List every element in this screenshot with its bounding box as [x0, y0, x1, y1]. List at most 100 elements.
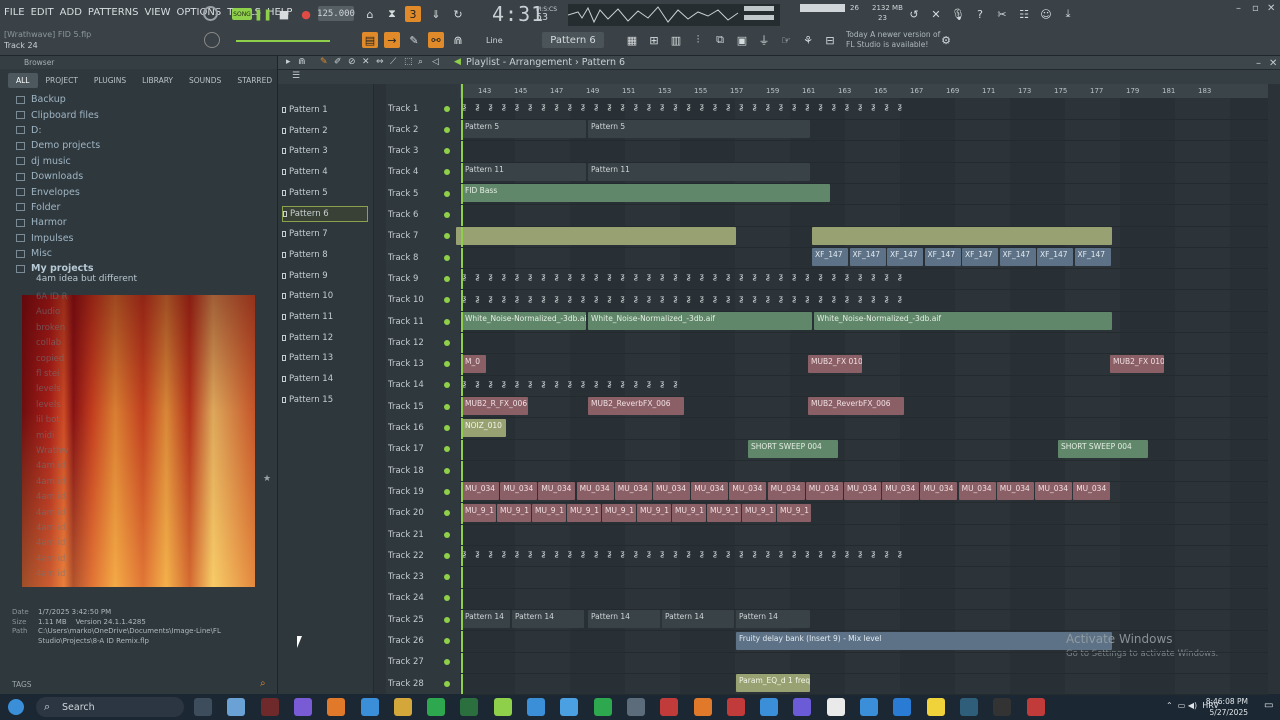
taskbar-app-icon[interactable]: [660, 698, 679, 716]
track-mute-indicator[interactable]: [444, 403, 450, 410]
master-pitch-slider[interactable]: [236, 40, 330, 42]
taskbar-app-icon[interactable]: [826, 698, 845, 716]
ghost-file-item[interactable]: 4am id: [36, 538, 65, 548]
ghost-file-item[interactable]: lil bot: [36, 415, 60, 425]
pattern-item[interactable]: Pattern 12: [282, 330, 368, 346]
chat-icon[interactable]: ☺: [1038, 6, 1054, 22]
playlist-clip[interactable]: Pattern 14: [512, 610, 584, 629]
folder-subitem[interactable]: 4am idea but different: [36, 274, 137, 284]
pat-song-toggle-icon[interactable]: [203, 6, 218, 21]
playlist-clip[interactable]: Pattern 14: [662, 610, 734, 629]
playlist-clip[interactable]: MUB2_ReverbFX_006: [588, 397, 684, 416]
playlist-menu-arrow-icon[interactable]: ▸: [286, 57, 291, 67]
track-mute-indicator[interactable]: [444, 574, 450, 581]
track-header[interactable]: Track 5: [386, 183, 460, 204]
taskbar-app-icon[interactable]: [860, 698, 878, 716]
channel-rack-icon[interactable]: ⊞: [646, 32, 662, 48]
track-mute-indicator[interactable]: [444, 148, 450, 155]
ghost-file-item[interactable]: 4am id: [36, 477, 65, 487]
wait-input-icon[interactable]: ⧗: [384, 6, 400, 22]
xf-clip[interactable]: XF_147: [812, 248, 848, 267]
note-clip-row[interactable]: ƺƺƺƺƺƺƺƺƺƺƺƺƺƺƺƺƺƺƺƺƺƺƺƺƺƺƺƺƺƺƺƺƺƺ: [462, 269, 1112, 287]
ghost-file-item[interactable]: 4am id: [36, 492, 65, 502]
browser-tab-plugins[interactable]: PLUGINS: [86, 73, 134, 88]
taskbar-app-icon[interactable]: [560, 698, 579, 716]
taskbar-app-icon[interactable]: [194, 698, 212, 716]
track-header[interactable]: Track 18: [386, 460, 460, 481]
taskbar-app-icon[interactable]: [593, 698, 612, 716]
pattern-item[interactable]: Pattern 15: [282, 392, 368, 408]
folder-item[interactable]: Folder: [10, 200, 276, 215]
track-header[interactable]: Track 4: [386, 162, 460, 183]
taskbar-app-icon[interactable]: [260, 698, 279, 716]
mu-clip[interactable]: MU_034: [538, 482, 576, 501]
track-header[interactable]: Track 10: [386, 290, 460, 311]
pattern-item[interactable]: Pattern 10: [282, 288, 368, 304]
track-header[interactable]: Track 19: [386, 481, 460, 502]
taskbar-clock[interactable]: 8:46:08 PM 5/27/2025: [1206, 696, 1248, 718]
track-mute-indicator[interactable]: [444, 659, 450, 666]
mu-clip[interactable]: MU_034: [844, 482, 881, 501]
track-header[interactable]: Track 13: [386, 354, 460, 375]
pattern-item[interactable]: Pattern 1: [282, 102, 368, 118]
track-mute-indicator[interactable]: [444, 318, 450, 325]
start-button[interactable]: [8, 699, 24, 715]
browser-tab-starred[interactable]: STARRED: [229, 73, 280, 88]
taskbar-app-icon[interactable]: [693, 698, 712, 716]
folder-item[interactable]: Clipboard files: [10, 107, 276, 122]
microphone-icon[interactable]: 🎙: [950, 6, 966, 22]
playlist-clip[interactable]: FID Bass: [462, 184, 830, 203]
cut-icon[interactable]: ✂: [994, 6, 1010, 22]
playlist-clip[interactable]: NOIZ_010: [462, 418, 506, 437]
track-mute-indicator[interactable]: [444, 190, 450, 197]
track-mute-indicator[interactable]: [444, 552, 450, 559]
playlist-close-icon[interactable]: ✕: [1269, 58, 1277, 69]
note-clip-row[interactable]: ƺƺƺƺƺƺƺƺƺƺƺƺƺƺƺƺƺƺƺƺƺƺƺƺƺƺƺƺƺƺƺƺƺƺ: [462, 546, 1112, 564]
xf-clip[interactable]: XF_147: [1037, 248, 1073, 267]
track-mute-indicator[interactable]: [444, 275, 450, 282]
taskbar-app-icon[interactable]: [393, 698, 412, 716]
mute-tool-icon[interactable]: ✕: [362, 57, 370, 67]
ghost-file-item[interactable]: Audio: [36, 307, 60, 317]
mu-clip[interactable]: MU_034: [882, 482, 920, 501]
track-mute-indicator[interactable]: [444, 595, 450, 602]
pattern-item[interactable]: Pattern 6: [282, 205, 368, 222]
playlist-clip[interactable]: M_0: [462, 354, 486, 373]
ghost-file-item[interactable]: copied: [36, 354, 64, 364]
mu-clip[interactable]: MU_034: [576, 482, 614, 501]
playlist-clip[interactable]: MUB2_ReverbFX_006: [808, 397, 904, 416]
mu-clip[interactable]: MU_9_1: [602, 503, 636, 522]
mu-clip[interactable]: MU_034: [958, 482, 996, 501]
taskbar-app-icon[interactable]: [327, 698, 346, 716]
mu-clip[interactable]: MU_034: [462, 482, 499, 501]
mu-clip[interactable]: MU_034: [1073, 482, 1111, 501]
taskbar-app-icon[interactable]: [959, 698, 978, 716]
mixer-icon[interactable]: ☷: [1016, 6, 1032, 22]
playlist-clip[interactable]: Pattern 14: [736, 610, 810, 629]
mu-clip[interactable]: MU_034: [767, 482, 805, 501]
mu-clip[interactable]: MU_034: [614, 482, 652, 501]
arrow-icon[interactable]: →: [384, 32, 400, 48]
playlist-snap-icon[interactable]: ⋒: [298, 57, 306, 67]
browser-tab-sounds[interactable]: SOUNDS: [181, 73, 229, 88]
playlist-clip[interactable]: White_Noise-Normalized_-3db.aif: [462, 312, 586, 330]
playlist-clip[interactable]: SHORT SWEEP 004: [748, 439, 838, 458]
playlist-clip[interactable]: Pattern 5: [462, 120, 586, 139]
playlist-clip[interactable]: Pattern 11: [588, 162, 810, 181]
playhead-marker[interactable]: [461, 84, 463, 694]
track-header[interactable]: Track 22: [386, 545, 460, 566]
slice-tool-icon[interactable]: ⟋: [390, 57, 396, 67]
playlist-clip[interactable]: Pattern 14: [462, 610, 510, 629]
ghost-file-item[interactable]: 6A ID R: [36, 292, 68, 302]
ghost-file-item[interactable]: midi: [36, 431, 54, 441]
playlist-clip[interactable]: White_Noise-Normalized_-3db.aif: [588, 312, 812, 330]
taskbar-app-icon[interactable]: [993, 698, 1012, 716]
playlist-clip[interactable]: MUB2_FX 010: [808, 354, 862, 373]
zoom-tool-icon[interactable]: ⌕: [418, 57, 423, 67]
playlist-clip[interactable]: White_Noise-Normalized_-3db.aif: [814, 312, 1112, 330]
pattern-item[interactable]: Pattern 2: [282, 123, 368, 139]
xf-clip[interactable]: XF_147: [849, 248, 886, 267]
taskbar-app-icon[interactable]: [1026, 698, 1045, 716]
pattern-list-icon[interactable]: ☰: [292, 71, 300, 81]
taskbar-app-icon[interactable]: [460, 698, 479, 716]
